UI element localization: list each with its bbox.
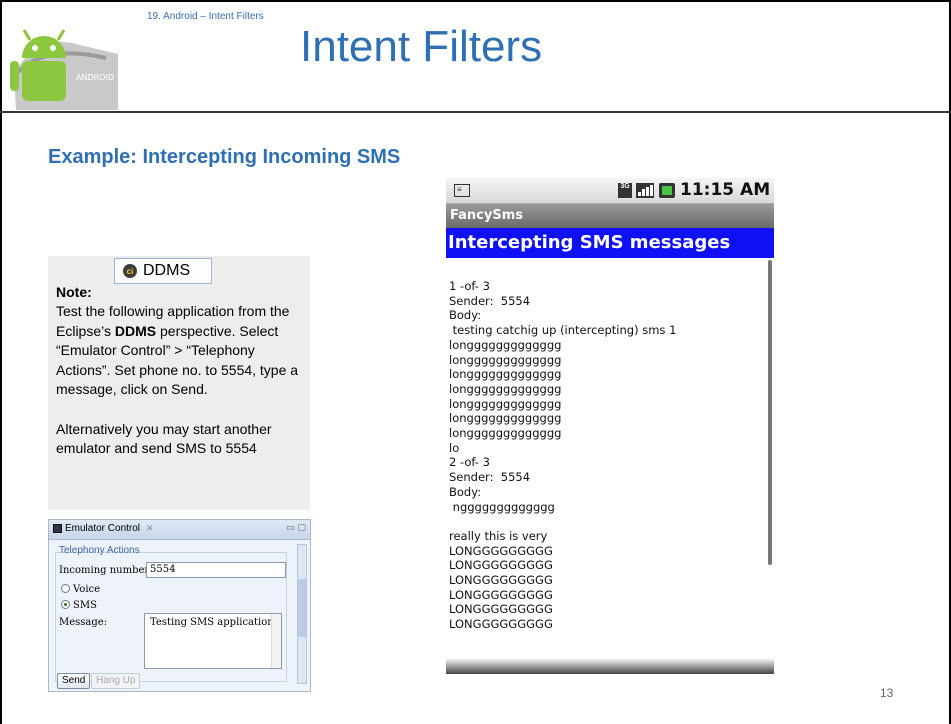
message-scrollbar[interactable]: [271, 614, 281, 668]
phone-scrollbar[interactable]: [768, 260, 772, 565]
battery-icon: [659, 183, 675, 198]
network-3g-icon: 3G: [618, 183, 632, 198]
close-icon[interactable]: ✕: [146, 523, 154, 534]
notification-icon: ≡: [454, 184, 470, 197]
ddms-badge: ci DDMS: [114, 258, 212, 284]
message-label: Message:: [59, 617, 108, 628]
hang-up-button[interactable]: Hang Up: [91, 673, 141, 689]
breadcrumb: 19. Android – Intent Filters: [147, 11, 264, 22]
header-divider: [0, 111, 951, 113]
phone-screenshot: ≡ 3G 11:15 AM FancySms Intercepting SMS …: [446, 178, 774, 674]
phone-status-bar: ≡ 3G 11:15 AM: [446, 178, 774, 204]
note-text-bold: DDMS: [114, 322, 157, 339]
android-logo: ANDROID: [6, 14, 118, 110]
phone-bottom-fade: [446, 658, 774, 674]
telephony-actions-label: Telephony Actions: [59, 545, 140, 556]
svg-text:ANDROID: ANDROID: [76, 73, 114, 82]
note-panel: Note: ci DDMS Test the following applica…: [48, 256, 310, 510]
emulator-tab-bar: Emulator Control ✕ ▭ ▢: [49, 520, 310, 540]
note-paragraph-2: Alternatively you may start another emul…: [56, 420, 272, 457]
ddms-label: DDMS: [143, 262, 191, 279]
page-number: 13: [880, 686, 894, 700]
emulator-icon: [53, 524, 62, 533]
voice-radio-icon: [61, 584, 70, 593]
send-button[interactable]: Send: [57, 673, 91, 689]
emulator-control-panel: Emulator Control ✕ ▭ ▢ Telephony Actions…: [48, 519, 311, 692]
emulator-control-tab[interactable]: Emulator Control ✕: [53, 523, 154, 534]
panel-scrollbar[interactable]: [297, 544, 307, 684]
voice-label: Voice: [73, 584, 101, 595]
panel-scrollbar-thumb[interactable]: [298, 579, 306, 637]
status-time: 11:15 AM: [680, 180, 771, 200]
signal-icon: [636, 183, 654, 198]
slide-subtitle: Example: Intercepting Incoming SMS: [48, 146, 401, 168]
window-controls[interactable]: ▭ ▢: [286, 523, 306, 533]
slide-border-left: [0, 0, 2, 724]
incoming-number-label: Incoming number:: [59, 565, 153, 576]
voice-radio[interactable]: Voice: [61, 584, 100, 595]
message-textarea[interactable]: Testing SMS application: [144, 613, 282, 669]
sms-label: SMS: [73, 600, 97, 611]
sms-radio-icon: [61, 600, 70, 609]
incoming-number-input[interactable]: 5554: [146, 562, 286, 578]
app-title-bar: FancySms: [446, 204, 774, 228]
slide-border-top: [0, 0, 951, 2]
note-title: Note:: [56, 284, 92, 300]
sms-content: 1 -of- 3 Sender: 5554 Body: testing catc…: [449, 279, 677, 632]
emulator-tab-title: Emulator Control: [65, 523, 141, 534]
note-body: Test the following application from the …: [56, 302, 306, 459]
phone-header: Intercepting SMS messages: [446, 228, 774, 258]
sms-radio[interactable]: SMS: [61, 600, 97, 611]
ddms-icon: ci: [123, 264, 137, 278]
message-text: Testing SMS application: [150, 617, 274, 628]
slide-title: Intent Filters: [300, 22, 543, 71]
slide: ANDROID 19. Android – Intent Filters Int…: [0, 0, 951, 724]
